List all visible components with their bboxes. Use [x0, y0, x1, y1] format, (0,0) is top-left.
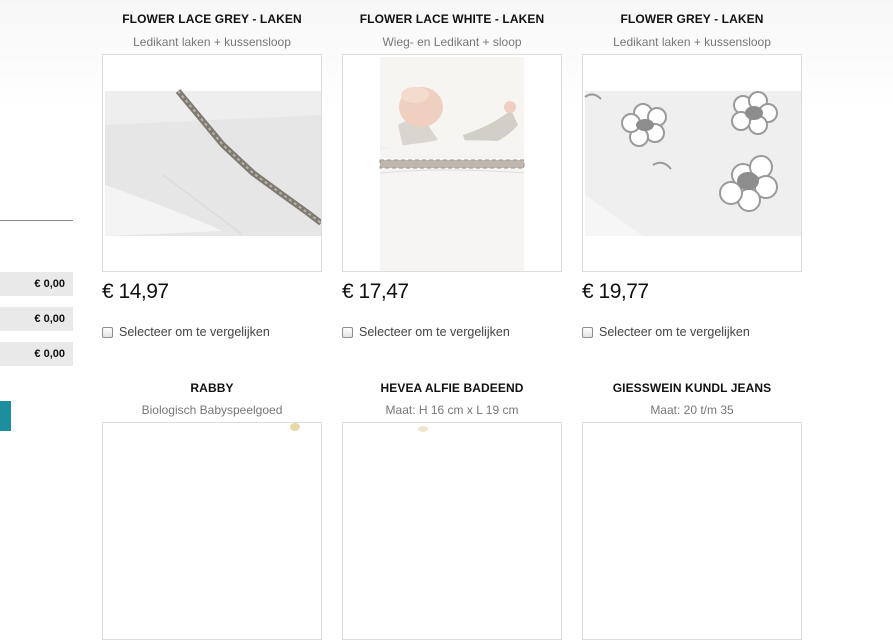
product-subtitle: Ledikant laken + kussensloop	[613, 35, 771, 49]
product-image[interactable]	[582, 54, 802, 272]
product-subtitle: Wieg- en Ledikant + sloop	[382, 35, 522, 49]
product-price: € 14,97	[102, 280, 169, 303]
compare-checkbox-row[interactable]: Selecteer om te vergelijken	[342, 325, 510, 339]
sleeping-baby-image	[343, 55, 561, 271]
filter-sidebar: € 0,00 € 0,00 € 0,00	[0, 0, 80, 431]
rabbit-toy-image	[290, 423, 300, 431]
product-image[interactable]	[342, 422, 562, 640]
product-subtitle: Biologisch Babyspeelgoed	[141, 403, 283, 417]
product-image[interactable]	[582, 422, 802, 640]
compare-checkbox-row[interactable]: Selecteer om te vergelijken	[582, 325, 750, 339]
product-title[interactable]: FLOWER GREY - LAKEN	[582, 12, 802, 26]
product-price: € 19,77	[582, 280, 649, 303]
product-subtitle: Maat: H 16 cm x L 19 cm	[385, 403, 519, 417]
compare-label[interactable]: Selecteer om te vergelijken	[359, 325, 510, 339]
grey-lace-sheet-image	[103, 55, 321, 271]
price-filter-box[interactable]: € 0,00	[0, 307, 73, 331]
product-image[interactable]	[102, 422, 322, 640]
compare-checkbox[interactable]	[342, 326, 353, 338]
compare-checkbox[interactable]	[102, 326, 113, 338]
product-subtitle: Maat: 20 t/m 35	[650, 403, 734, 417]
product-title[interactable]: FLOWER LACE WHITE - LAKEN	[342, 12, 562, 26]
bath-duck-image	[418, 426, 428, 432]
product-title[interactable]: FLOWER LACE GREY - LAKEN	[102, 12, 322, 26]
grey-flower-sheet-image	[583, 55, 801, 271]
product-title[interactable]: RABBY	[102, 381, 322, 395]
price-filter-box[interactable]: € 0,00	[0, 342, 73, 366]
compare-checkbox[interactable]	[582, 326, 593, 338]
compare-checkbox-row[interactable]: Selecteer om te vergelijken	[102, 325, 270, 339]
compare-label[interactable]: Selecteer om te vergelijken	[599, 325, 750, 339]
product-title[interactable]: GIESSWEIN KUNDL JEANS	[582, 381, 802, 395]
product-image[interactable]	[342, 54, 562, 272]
price-filter-box[interactable]: € 0,00	[0, 272, 73, 296]
compare-label[interactable]: Selecteer om te vergelijken	[119, 325, 270, 339]
product-image[interactable]	[102, 54, 322, 272]
sidebar-divider	[0, 220, 73, 221]
product-subtitle: Ledikant laken + kussensloop	[133, 35, 291, 49]
product-price: € 17,47	[342, 280, 409, 303]
product-title[interactable]: HEVEA ALFIE BADEEND	[342, 381, 562, 395]
sidebar-accent-tab[interactable]	[0, 401, 11, 431]
